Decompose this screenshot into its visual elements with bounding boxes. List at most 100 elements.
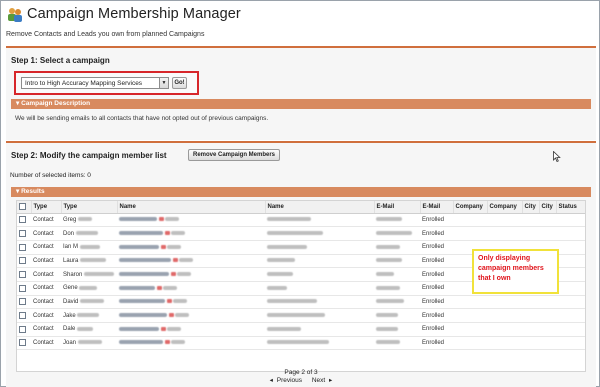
chevron-down-icon[interactable]: ▼ xyxy=(159,78,168,88)
row-select-cell[interactable] xyxy=(17,281,31,296)
table-row[interactable]: Contact Greg Enrolled xyxy=(17,213,585,228)
email-cell[interactable] xyxy=(117,295,265,310)
redacted-text xyxy=(119,230,163,235)
city-cell xyxy=(374,213,420,228)
status-cell: Enrolled xyxy=(420,281,453,296)
type-cell: Contact xyxy=(31,322,61,337)
name-cell[interactable]: Laura xyxy=(61,254,117,269)
empty-cell xyxy=(522,295,539,310)
row-select-cell[interactable] xyxy=(17,322,31,337)
column-header[interactable]: Type xyxy=(31,201,62,214)
collapse-triangle-icon: ▾ xyxy=(16,188,20,195)
redacted-text xyxy=(267,272,293,277)
row-select-cell[interactable] xyxy=(17,267,31,282)
first-name: Gene xyxy=(63,285,78,292)
redacted-text xyxy=(119,244,159,249)
name-cell[interactable]: Gene xyxy=(61,281,117,296)
column-header[interactable]: Status xyxy=(556,201,585,214)
row-select-cell[interactable] xyxy=(17,336,31,351)
column-header[interactable]: Type xyxy=(61,201,118,214)
name-cell[interactable]: Joan xyxy=(61,336,117,351)
row-checkbox[interactable] xyxy=(19,325,26,333)
row-checkbox[interactable] xyxy=(19,257,26,265)
first-name: Greg xyxy=(63,216,77,223)
table-row[interactable]: Contact Dale Enrolled xyxy=(17,322,585,337)
email-cell[interactable] xyxy=(117,240,265,255)
email-cell[interactable] xyxy=(117,308,265,323)
row-select-cell[interactable] xyxy=(17,295,31,310)
select-all-header[interactable] xyxy=(17,201,32,214)
name-cell[interactable]: Jake xyxy=(61,308,117,323)
email-cell[interactable] xyxy=(117,226,265,241)
remove-campaign-members-button[interactable]: Remove Campaign Members xyxy=(188,149,280,161)
campaign-select[interactable]: Intro to High Accuracy Mapping Services … xyxy=(21,77,169,89)
row-checkbox[interactable] xyxy=(19,243,26,251)
row-select-cell[interactable] xyxy=(17,254,31,269)
empty-cell xyxy=(487,336,522,351)
go-button[interactable]: Go! xyxy=(172,77,187,89)
redacted-text xyxy=(376,326,398,331)
empty-cell xyxy=(539,295,556,310)
campaign-description-label: Campaign Description xyxy=(21,100,91,107)
name-cell[interactable]: David xyxy=(61,295,117,310)
column-header[interactable]: Company xyxy=(453,201,488,214)
row-checkbox[interactable] xyxy=(19,229,26,237)
email-cell[interactable] xyxy=(117,322,265,337)
redacted-text xyxy=(177,272,191,277)
next-link[interactable]: Next ▸ xyxy=(310,377,332,384)
name-cell[interactable]: Sharon xyxy=(61,267,117,282)
city-cell xyxy=(374,308,420,323)
redacted-text xyxy=(165,217,179,222)
row-checkbox[interactable] xyxy=(19,339,26,347)
table-row[interactable]: Contact Jake Enrolled xyxy=(17,308,585,323)
row-select-cell[interactable] xyxy=(17,308,31,323)
empty-cell xyxy=(453,308,487,323)
previous-link[interactable]: ◂ Previous xyxy=(270,377,304,384)
row-checkbox[interactable] xyxy=(19,312,26,320)
email-cell[interactable] xyxy=(117,254,265,269)
company-cell xyxy=(265,213,374,228)
row-select-cell[interactable] xyxy=(17,240,31,255)
campaign-description-header[interactable]: ▾ Campaign Description xyxy=(11,99,591,109)
table-row[interactable]: Contact David Enrolled xyxy=(17,295,585,310)
email-cell[interactable] xyxy=(117,281,265,296)
row-checkbox[interactable] xyxy=(19,284,26,292)
mouse-cursor-icon xyxy=(553,151,561,162)
name-cell[interactable]: Ian M xyxy=(61,240,117,255)
column-header[interactable]: Name xyxy=(117,201,266,214)
email-cell[interactable] xyxy=(117,267,265,282)
empty-cell xyxy=(487,295,522,310)
column-header[interactable]: E-Mail xyxy=(374,201,421,214)
first-name: Don xyxy=(63,230,75,237)
column-header[interactable]: E-Mail xyxy=(420,201,454,214)
results-header[interactable]: ▾ Results xyxy=(11,187,591,197)
column-header[interactable]: Company xyxy=(487,201,523,214)
redacted-text xyxy=(77,326,94,331)
name-cell[interactable]: Dale xyxy=(61,322,117,337)
column-header[interactable]: City xyxy=(522,201,540,214)
row-checkbox[interactable] xyxy=(19,216,26,224)
name-cell[interactable]: Greg xyxy=(61,213,117,228)
column-header[interactable]: Name xyxy=(265,201,375,214)
campaign-select-value: Intro to High Accuracy Mapping Services xyxy=(25,80,143,87)
email-cell[interactable] xyxy=(117,213,265,228)
table-row[interactable]: Contact Joan Enrolled xyxy=(17,336,585,351)
empty-cell xyxy=(556,308,585,323)
row-checkbox[interactable] xyxy=(19,271,26,279)
pagination: Page 2 of 3 ◂ Previous Next ▸ xyxy=(1,369,600,385)
name-cell[interactable]: Don xyxy=(61,226,117,241)
empty-cell xyxy=(522,213,539,228)
table-row[interactable]: Contact Don Enrolled xyxy=(17,226,585,241)
email-cell[interactable] xyxy=(117,336,265,351)
callout-text: Only displaying campaign members that I … xyxy=(478,255,544,282)
type-cell: Contact xyxy=(31,213,61,228)
type-cell: Contact xyxy=(31,240,61,255)
row-select-cell[interactable] xyxy=(17,226,31,241)
empty-cell xyxy=(556,267,585,282)
redacted-text xyxy=(376,258,402,263)
status-cell: Enrolled xyxy=(420,226,453,241)
row-select-cell[interactable] xyxy=(17,213,31,228)
select-all-checkbox[interactable] xyxy=(19,203,26,211)
row-checkbox[interactable] xyxy=(19,298,26,306)
column-header[interactable]: City xyxy=(539,201,557,214)
